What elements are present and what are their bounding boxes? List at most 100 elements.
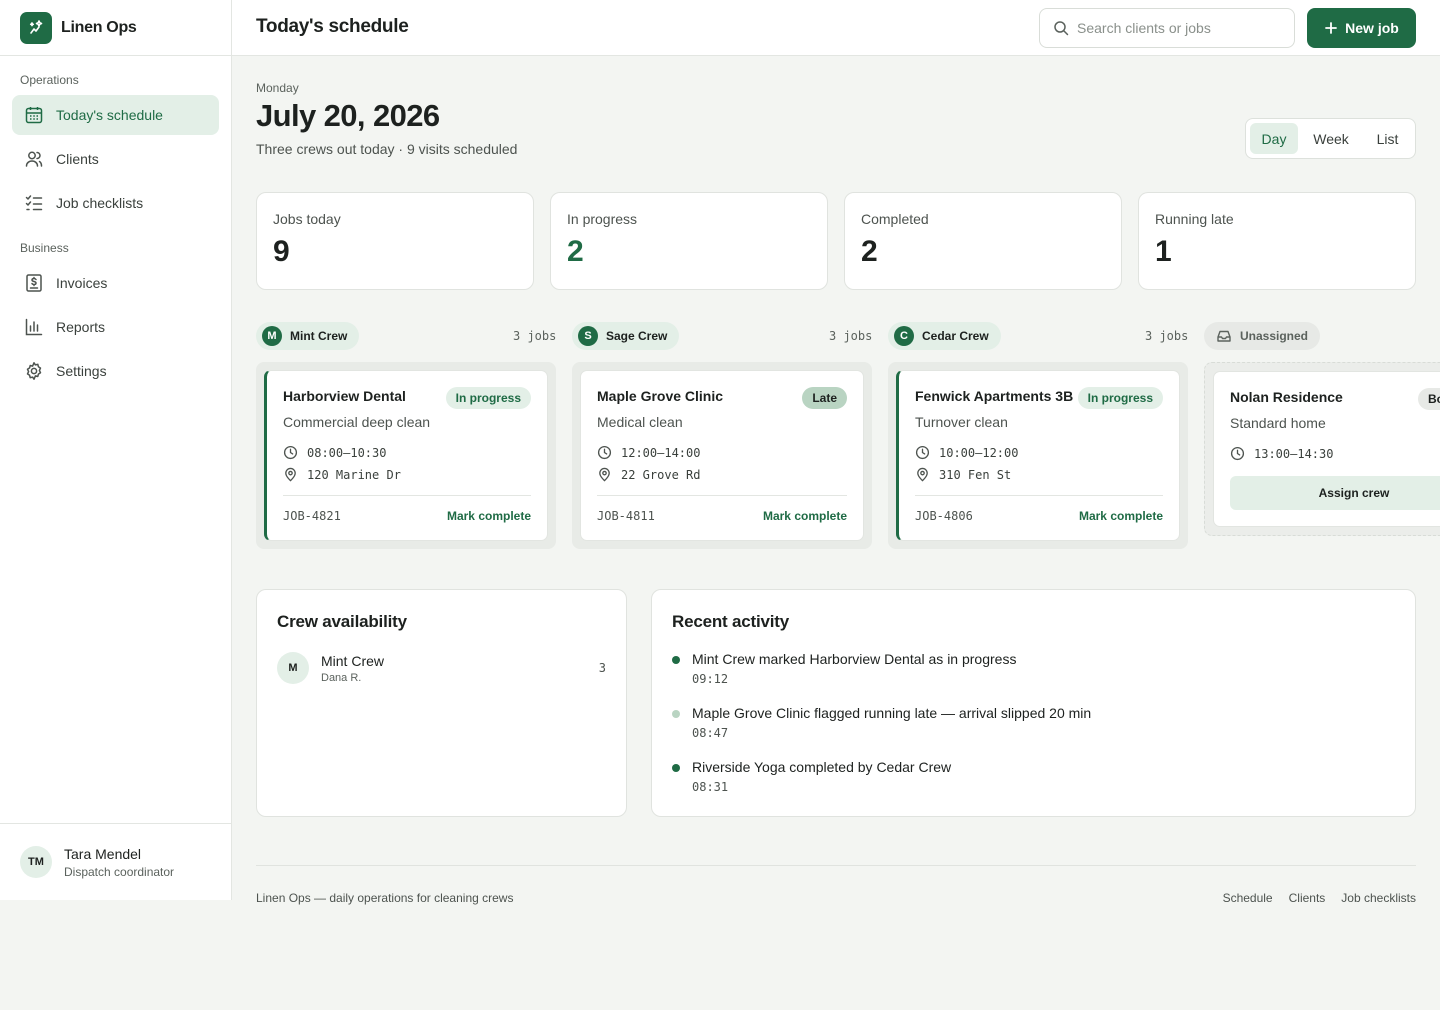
stat-value: 1	[1155, 235, 1172, 268]
stat-card-running-late: Running late 1	[1138, 192, 1416, 290]
crew-header-mint[interactable]: M Mint Crew	[256, 322, 360, 350]
sidebar-item-label: Today's schedule	[56, 107, 163, 123]
stat-label: Completed	[861, 211, 929, 227]
bar-chart-icon	[25, 318, 43, 336]
job-time: 10:00–12:00	[915, 445, 1018, 460]
sidebar-item-settings[interactable]: Settings	[12, 351, 219, 391]
footer-link-schedule[interactable]: Schedule	[1223, 891, 1273, 905]
crew-header-cedar[interactable]: C Cedar Crew	[888, 322, 1001, 350]
app-name: Linen Ops	[61, 18, 137, 36]
users-icon	[25, 151, 43, 167]
page-title: Today's schedule	[256, 16, 409, 37]
stat-label: Running late	[1155, 211, 1234, 227]
job-card[interactable]: Nolan Residence Bo Standard home 13:00–1…	[1213, 371, 1440, 527]
status-badge: In progress	[445, 387, 531, 409]
activity-text: Maple Grove Clinic flagged running late …	[692, 705, 1092, 721]
crew-lead: Dana R.	[321, 671, 362, 684]
unassigned-label: Unassigned	[1240, 329, 1309, 343]
job-service: Turnover clean	[915, 414, 1008, 430]
sidebar-item-label: Job checklists	[56, 195, 144, 211]
view-list-button[interactable]: List	[1364, 123, 1411, 154]
job-address-text: 310 Fen St	[939, 467, 1012, 482]
status-badge: In progress	[1077, 387, 1163, 409]
crew-header-unassigned[interactable]: Unassigned	[1204, 322, 1321, 350]
weekday-label: Monday	[256, 81, 299, 95]
crew-column-sage: Maple Grove Clinic Late Medical clean 12…	[572, 362, 872, 549]
inbox-icon	[1217, 330, 1231, 342]
sidebar-item-todays-schedule[interactable]: Today's schedule	[12, 95, 219, 135]
sidebar-item-label: Clients	[56, 151, 99, 167]
crew-name: Mint Crew	[321, 652, 385, 669]
crew-name: Sage Crew	[606, 329, 668, 343]
job-time: 13:00–14:30	[1230, 446, 1333, 461]
crew-pill: M Mint Crew	[256, 322, 360, 350]
unassigned-column: Nolan Residence Bo Standard home 13:00–1…	[1204, 362, 1440, 536]
calendar-icon	[25, 107, 43, 124]
status-dot	[672, 656, 680, 664]
list-item[interactable]: M Mint Crew Dana R. 3	[277, 652, 606, 684]
job-address-text: 120 Marine Dr	[307, 467, 401, 482]
job-time-text: 10:00–12:00	[939, 445, 1019, 460]
mark-complete-button[interactable]: Mark complete	[447, 509, 531, 523]
clock-icon	[1230, 446, 1245, 461]
activity-time: 09:12	[692, 672, 729, 686]
divider	[597, 495, 847, 496]
job-id: JOB-4806	[915, 509, 973, 523]
user-profile[interactable]: TM Tara Mendel Dispatch coordinator	[0, 823, 231, 900]
job-time-text: 12:00–14:00	[621, 445, 701, 460]
job-client-name: Maple Grove Clinic	[597, 388, 724, 404]
job-service: Commercial deep clean	[283, 414, 431, 430]
crew-avatar: C	[894, 326, 914, 346]
stat-value: 2	[861, 235, 878, 268]
crew-header-sage[interactable]: S Sage Crew	[572, 322, 680, 350]
assign-crew-button[interactable]: Assign crew	[1230, 476, 1440, 510]
job-card[interactable]: Fenwick Apartments 3B In progress Turnov…	[896, 370, 1180, 541]
footer-link-job-checklists[interactable]: Job checklists	[1341, 891, 1416, 905]
sidebar-item-label: Settings	[56, 363, 107, 379]
invoice-icon	[26, 274, 42, 292]
sidebar-item-invoices[interactable]: Invoices	[12, 263, 219, 303]
sidebar-item-reports[interactable]: Reports	[12, 307, 219, 347]
job-client-name: Harborview Dental	[283, 388, 406, 404]
sidebar: Linen Ops Operations Today's schedule Cl…	[0, 0, 232, 900]
user-name: Tara Mendel	[64, 845, 142, 862]
mark-complete-button[interactable]: Mark complete	[763, 509, 847, 523]
footer-divider	[256, 865, 1416, 866]
brand[interactable]: Linen Ops	[0, 0, 231, 56]
job-card[interactable]: Maple Grove Clinic Late Medical clean 12…	[580, 370, 864, 541]
job-service: Standard home	[1230, 415, 1326, 431]
view-day-button[interactable]: Day	[1250, 123, 1298, 154]
crew-pill: S Sage Crew	[572, 322, 680, 350]
activity-text: Riverside Yoga completed by Cedar Crew	[692, 759, 952, 775]
search-placeholder: Search clients or jobs	[1077, 20, 1211, 36]
gear-icon	[26, 362, 42, 380]
crew-column-cedar: Fenwick Apartments 3B In progress Turnov…	[888, 362, 1188, 549]
stat-label: In progress	[567, 211, 638, 227]
divider	[915, 495, 1163, 496]
job-id: JOB-4821	[283, 509, 341, 523]
search-input[interactable]: Search clients or jobs	[1039, 8, 1295, 48]
new-job-button[interactable]: New job	[1307, 8, 1416, 48]
mark-complete-button[interactable]: Mark complete	[1079, 509, 1163, 523]
job-time-text: 13:00–14:30	[1254, 446, 1334, 461]
divider	[283, 495, 531, 496]
stat-card-in-progress: In progress 2	[550, 192, 828, 290]
recent-activity-panel: Recent activity Mint Crew marked Harborv…	[651, 589, 1416, 817]
map-pin-icon	[599, 467, 610, 482]
clock-icon	[915, 445, 930, 460]
sidebar-item-clients[interactable]: Clients	[12, 139, 219, 179]
crew-job-count: 3 jobs	[1145, 329, 1189, 343]
footer-link-clients[interactable]: Clients	[1289, 891, 1326, 905]
job-time: 08:00–10:30	[283, 445, 386, 460]
sidebar-item-job-checklists[interactable]: Job checklists	[12, 183, 219, 223]
panel-title: Crew availability	[277, 612, 407, 631]
stat-value: 9	[273, 235, 290, 268]
view-week-button[interactable]: Week	[1302, 123, 1360, 154]
checklist-icon	[25, 195, 43, 211]
stat-card-completed: Completed 2	[844, 192, 1122, 290]
user-role: Dispatch coordinator	[64, 864, 175, 879]
status-dot	[672, 710, 680, 718]
job-card[interactable]: Harborview Dental In progress Commercial…	[264, 370, 548, 541]
activity-time: 08:47	[692, 726, 729, 740]
crew-avatar: M	[262, 326, 282, 346]
